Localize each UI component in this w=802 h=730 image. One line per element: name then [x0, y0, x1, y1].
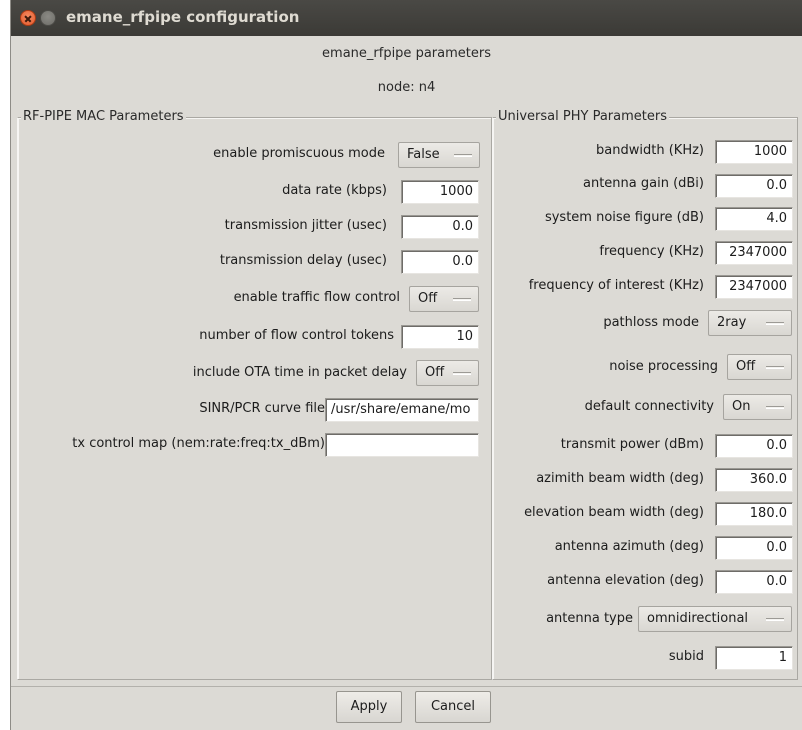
menu-indicator-icon [766, 406, 784, 409]
noise-processing-menu[interactable]: Off [727, 354, 792, 380]
noise-processing-label: noise processing [609, 359, 718, 374]
frequency-label: frequency (KHz) [599, 244, 704, 259]
title-bar[interactable]: emane_rfpipe configuration [11, 0, 802, 36]
menu-indicator-icon [454, 154, 472, 157]
menu-indicator-icon [766, 618, 784, 621]
antenna-type-menu[interactable]: omnidirectional [638, 606, 792, 632]
antenna-azimuth-label: antenna azimuth (deg) [554, 539, 704, 554]
noise-figure-label: system noise figure (dB) [544, 210, 704, 225]
antenna-type-value: omnidirectional [647, 611, 749, 626]
antenna-gain-field[interactable]: 0.0 [715, 174, 793, 198]
close-icon[interactable] [20, 10, 36, 26]
sinr-pcr-file-field[interactable]: /usr/share/emane/mo [325, 398, 479, 422]
transmission-delay-label: transmission delay (usec) [219, 253, 387, 268]
subid-field[interactable]: 1 [715, 646, 793, 670]
menu-indicator-icon [453, 372, 471, 375]
antenna-elevation-label: antenna elevation (deg) [547, 573, 704, 588]
traffic-flow-control-label: enable traffic flow control [233, 290, 400, 305]
ota-time-menu[interactable]: Off [416, 360, 479, 386]
noise-figure-field[interactable]: 4.0 [715, 207, 793, 231]
pathloss-mode-menu[interactable]: 2ray [708, 310, 792, 336]
flow-control-tokens-field[interactable]: 10 [401, 325, 479, 349]
antenna-type-label: antenna type [546, 611, 633, 626]
transmission-jitter-field[interactable]: 0.0 [401, 215, 479, 239]
menu-indicator-icon [453, 298, 471, 301]
data-rate-field[interactable]: 1000 [401, 180, 479, 204]
node-label: node: n4 [377, 80, 436, 95]
phy-group-title: Universal PHY Parameters [496, 109, 669, 124]
menu-indicator-icon [766, 366, 784, 369]
window-title: emane_rfpipe configuration [66, 8, 300, 26]
antenna-gain-label: antenna gain (dBi) [582, 176, 704, 191]
data-rate-label: data rate (kbps) [282, 183, 387, 198]
antenna-elevation-field[interactable]: 0.0 [715, 570, 793, 594]
azimuth-beam-width-field[interactable]: 360.0 [715, 468, 793, 492]
promiscuous-mode-value: False [407, 147, 440, 162]
transmission-delay-field[interactable]: 0.0 [401, 250, 479, 274]
elevation-beam-width-field[interactable]: 180.0 [715, 502, 793, 526]
cancel-button[interactable]: Cancel [415, 691, 491, 723]
mac-group-title: RF-PIPE MAC Parameters [21, 109, 186, 124]
default-connectivity-menu[interactable]: On [723, 394, 792, 420]
pathloss-mode-label: pathloss mode [603, 315, 699, 330]
apply-button[interactable]: Apply [336, 691, 402, 723]
promiscuous-mode-menu[interactable]: False [398, 142, 480, 168]
default-connectivity-label: default connectivity [584, 399, 714, 414]
ota-time-value: Off [425, 365, 445, 380]
traffic-flow-control-value: Off [418, 291, 438, 306]
dialog-subtitle: emane_rfpipe parameters [322, 46, 491, 61]
pathloss-mode-value: 2ray [717, 315, 747, 330]
transmit-power-field[interactable]: 0.0 [715, 434, 793, 458]
azimuth-beam-width-label: azimith beam width (deg) [536, 471, 704, 486]
transmission-jitter-label: transmission jitter (usec) [224, 218, 387, 233]
minimize-icon[interactable] [40, 10, 56, 26]
transmit-power-label: transmit power (dBm) [560, 437, 704, 452]
tx-control-map-label: tx control map (nem:rate:freq:tx_dBm) [72, 436, 325, 451]
noise-processing-value: Off [736, 359, 756, 374]
frequency-field[interactable]: 2347000 [715, 241, 793, 265]
bandwidth-field[interactable]: 1000 [715, 140, 793, 164]
elevation-beam-width-label: elevation beam width (deg) [524, 505, 704, 520]
bandwidth-label: bandwidth (KHz) [596, 143, 704, 158]
frequency-of-interest-label: frequency of interest (KHz) [528, 278, 704, 293]
config-dialog: emane_rfpipe configuration emane_rfpipe … [10, 0, 802, 730]
flow-control-tokens-label: number of flow control tokens [199, 328, 394, 343]
traffic-flow-control-menu[interactable]: Off [409, 286, 479, 312]
antenna-azimuth-field[interactable]: 0.0 [715, 536, 793, 560]
ota-time-label: include OTA time in packet delay [192, 365, 407, 380]
menu-indicator-icon [766, 322, 784, 325]
default-connectivity-value: On [732, 399, 751, 414]
frequency-of-interest-field[interactable]: 2347000 [715, 275, 793, 299]
tx-control-map-field[interactable] [325, 433, 479, 457]
subid-label: subid [668, 649, 704, 664]
sinr-pcr-file-label: SINR/PCR curve file [199, 401, 325, 416]
button-divider [11, 686, 802, 687]
promiscuous-mode-label: enable promiscuous mode [213, 146, 385, 161]
